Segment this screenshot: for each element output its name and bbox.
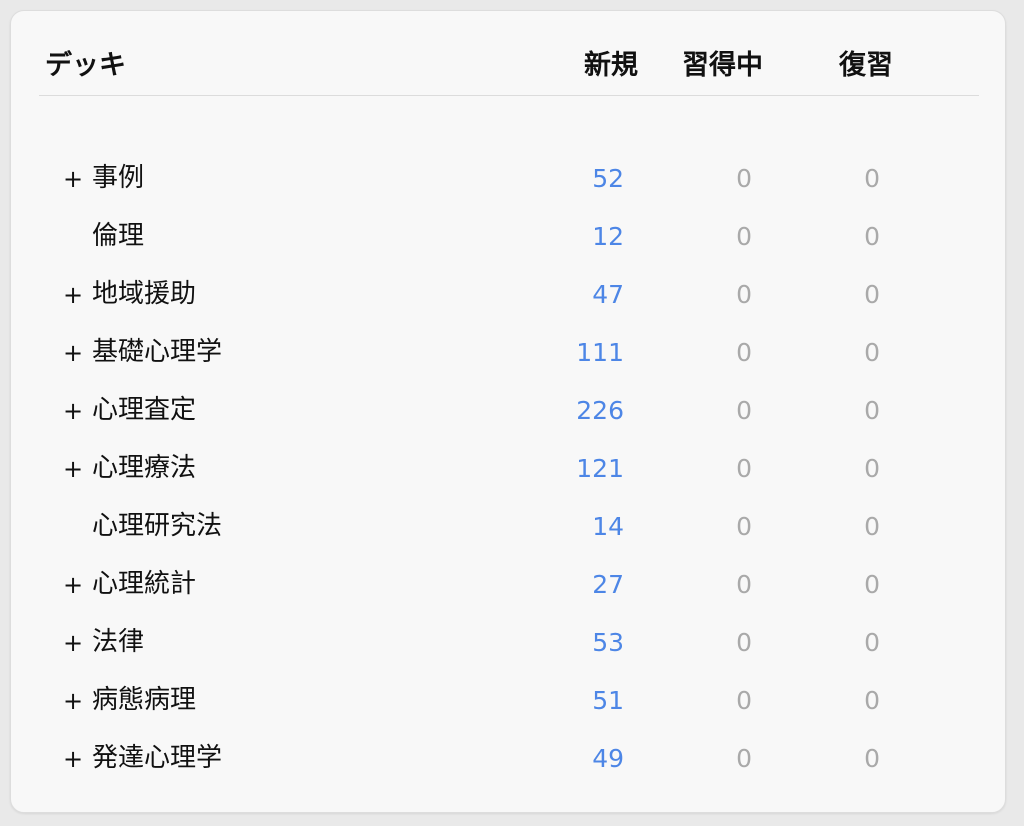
deck-row[interactable]: + 法律 53 0 0: [11, 614, 1007, 672]
deck-new-count: 52: [592, 164, 624, 193]
deck-review-count: 0: [864, 222, 880, 251]
deck-table-header: デッキ 新規 習得中 復習: [39, 11, 979, 96]
deck-new-count: 53: [592, 628, 624, 657]
deck-review-count: 0: [864, 338, 880, 367]
expand-deck-icon[interactable]: +: [63, 570, 83, 600]
deck-list-card: デッキ 新規 習得中 復習 + 事例 52 0 0 倫理 12 0 0 + 地域援助 47 0 0 + 基礎心…: [10, 10, 1006, 813]
deck-row[interactable]: + 事例 52 0 0: [11, 150, 1007, 208]
deck-learning-count: 0: [736, 512, 752, 541]
expand-deck-icon[interactable]: +: [63, 338, 83, 368]
deck-name-link[interactable]: 病態病理: [92, 684, 196, 716]
deck-name-link[interactable]: 法律: [92, 626, 144, 658]
deck-review-count: 0: [864, 280, 880, 309]
deck-new-count: 12: [592, 222, 624, 251]
deck-row[interactable]: 倫理 12 0 0: [11, 208, 1007, 266]
expand-deck-icon[interactable]: +: [63, 628, 83, 658]
expand-deck-icon[interactable]: +: [63, 686, 83, 716]
deck-review-count: 0: [864, 628, 880, 657]
deck-review-count: 0: [864, 570, 880, 599]
deck-learning-count: 0: [736, 744, 752, 773]
deck-learning-count: 0: [736, 338, 752, 367]
deck-name-link[interactable]: 心理療法: [92, 452, 196, 484]
deck-name-link[interactable]: 心理査定: [92, 394, 196, 426]
deck-review-count: 0: [864, 454, 880, 483]
expand-deck-icon[interactable]: +: [63, 454, 83, 484]
deck-name-link[interactable]: 地域援助: [92, 278, 196, 310]
deck-new-count: 14: [592, 512, 624, 541]
deck-row[interactable]: + 心理統計 27 0 0: [11, 556, 1007, 614]
deck-review-count: 0: [864, 396, 880, 425]
column-header-deck: デッキ: [45, 50, 126, 81]
expand-deck-icon[interactable]: +: [63, 164, 83, 194]
deck-learning-count: 0: [736, 164, 752, 193]
deck-row[interactable]: + 心理療法 121 0 0: [11, 440, 1007, 498]
deck-review-count: 0: [864, 512, 880, 541]
deck-name-link[interactable]: 心理統計: [92, 568, 196, 600]
deck-row[interactable]: + 発達心理学 49 0 0: [11, 730, 1007, 788]
expand-deck-icon[interactable]: +: [63, 744, 83, 774]
deck-name-link[interactable]: 事例: [92, 162, 144, 194]
deck-new-count: 121: [576, 454, 624, 483]
deck-learning-count: 0: [736, 686, 752, 715]
deck-learning-count: 0: [736, 222, 752, 251]
deck-new-count: 49: [592, 744, 624, 773]
deck-learning-count: 0: [736, 570, 752, 599]
deck-review-count: 0: [864, 744, 880, 773]
column-header-review: 復習: [839, 50, 893, 81]
deck-learning-count: 0: [736, 280, 752, 309]
deck-row[interactable]: + 心理査定 226 0 0: [11, 382, 1007, 440]
deck-name-link[interactable]: 基礎心理学: [92, 336, 222, 368]
deck-row[interactable]: + 基礎心理学 111 0 0: [11, 324, 1007, 382]
deck-name-link[interactable]: 発達心理学: [92, 742, 222, 774]
deck-new-count: 51: [592, 686, 624, 715]
column-header-learning: 習得中: [682, 50, 763, 81]
deck-rows: + 事例 52 0 0 倫理 12 0 0 + 地域援助 47 0 0 + 基礎心理学 111 0 0 + 心理査定 22…: [11, 150, 1007, 788]
deck-new-count: 111: [576, 338, 624, 367]
deck-learning-count: 0: [736, 454, 752, 483]
deck-row[interactable]: + 地域援助 47 0 0: [11, 266, 1007, 324]
deck-new-count: 226: [576, 396, 624, 425]
deck-review-count: 0: [864, 686, 880, 715]
deck-row[interactable]: + 病態病理 51 0 0: [11, 672, 1007, 730]
deck-name-link[interactable]: 倫理: [92, 220, 144, 252]
deck-new-count: 27: [592, 570, 624, 599]
deck-review-count: 0: [864, 164, 880, 193]
column-header-new: 新規: [584, 50, 638, 81]
deck-row[interactable]: 心理研究法 14 0 0: [11, 498, 1007, 556]
deck-learning-count: 0: [736, 396, 752, 425]
deck-new-count: 47: [592, 280, 624, 309]
deck-name-link[interactable]: 心理研究法: [92, 510, 222, 542]
deck-learning-count: 0: [736, 628, 752, 657]
expand-deck-icon[interactable]: +: [63, 396, 83, 426]
expand-deck-icon[interactable]: +: [63, 280, 83, 310]
